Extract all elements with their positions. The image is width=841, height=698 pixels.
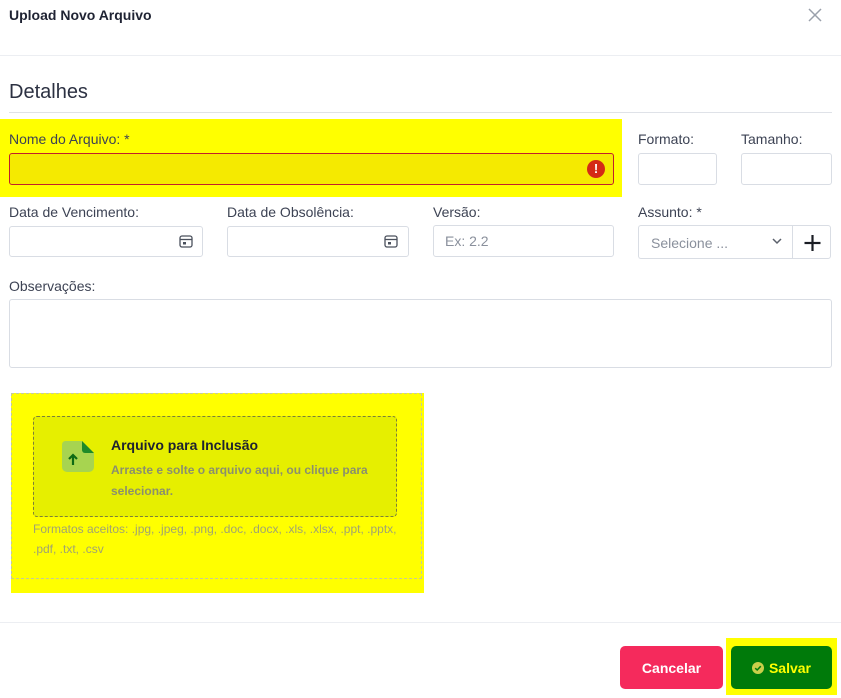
plus-icon <box>804 235 821 251</box>
close-icon[interactable] <box>806 6 824 24</box>
file-name-input[interactable] <box>9 153 614 185</box>
save-button[interactable]: Salvar <box>731 646 832 689</box>
size-input[interactable] <box>741 153 832 185</box>
version-label: Versão: <box>433 204 481 220</box>
due-date-input[interactable] <box>9 226 203 257</box>
format-input[interactable] <box>638 153 717 185</box>
header-divider <box>0 55 841 56</box>
section-divider <box>9 112 832 113</box>
format-label: Formato: <box>638 131 695 147</box>
calendar-icon[interactable] <box>384 234 398 248</box>
add-subject-button[interactable] <box>792 225 831 259</box>
name-label: Nome do Arquivo: * <box>9 131 130 147</box>
size-label: Tamanho: <box>741 131 803 147</box>
save-button-label: Salvar <box>768 659 812 676</box>
file-upload-icon <box>61 441 94 472</box>
accepted-formats: Formatos aceitos: .jpg, .jpeg, .png, .do… <box>33 522 397 556</box>
upload-subtitle: Arraste e solte o arquivo aqui, ou cliqu… <box>111 463 368 498</box>
subject-select[interactable]: Selecione ... <box>638 225 793 259</box>
obsolescence-date-input[interactable] <box>227 226 409 257</box>
subject-label: Assunto: * <box>638 204 702 220</box>
calendar-icon[interactable] <box>179 234 193 248</box>
cancel-button[interactable]: Cancelar <box>620 646 723 689</box>
file-dropzone[interactable]: Arquivo para Inclusão Arraste e solte o … <box>33 416 397 517</box>
version-input[interactable] <box>433 225 614 257</box>
obsolescence-label: Data de Obsolência: <box>227 204 354 220</box>
chevron-down-icon <box>772 238 782 245</box>
notes-textarea[interactable] <box>9 299 832 368</box>
error-icon: ! <box>587 160 605 178</box>
notes-label: Observações: <box>9 278 96 294</box>
due-date-label: Data de Vencimento: <box>9 204 139 220</box>
modal-title: Upload Novo Arquivo <box>9 7 152 23</box>
upload-title: Arquivo para Inclusão <box>111 437 259 453</box>
check-circle-icon <box>751 661 764 674</box>
subject-select-placeholder: Selecione ... <box>651 235 729 251</box>
section-title: Detalhes <box>9 81 88 103</box>
footer-divider <box>0 622 841 623</box>
